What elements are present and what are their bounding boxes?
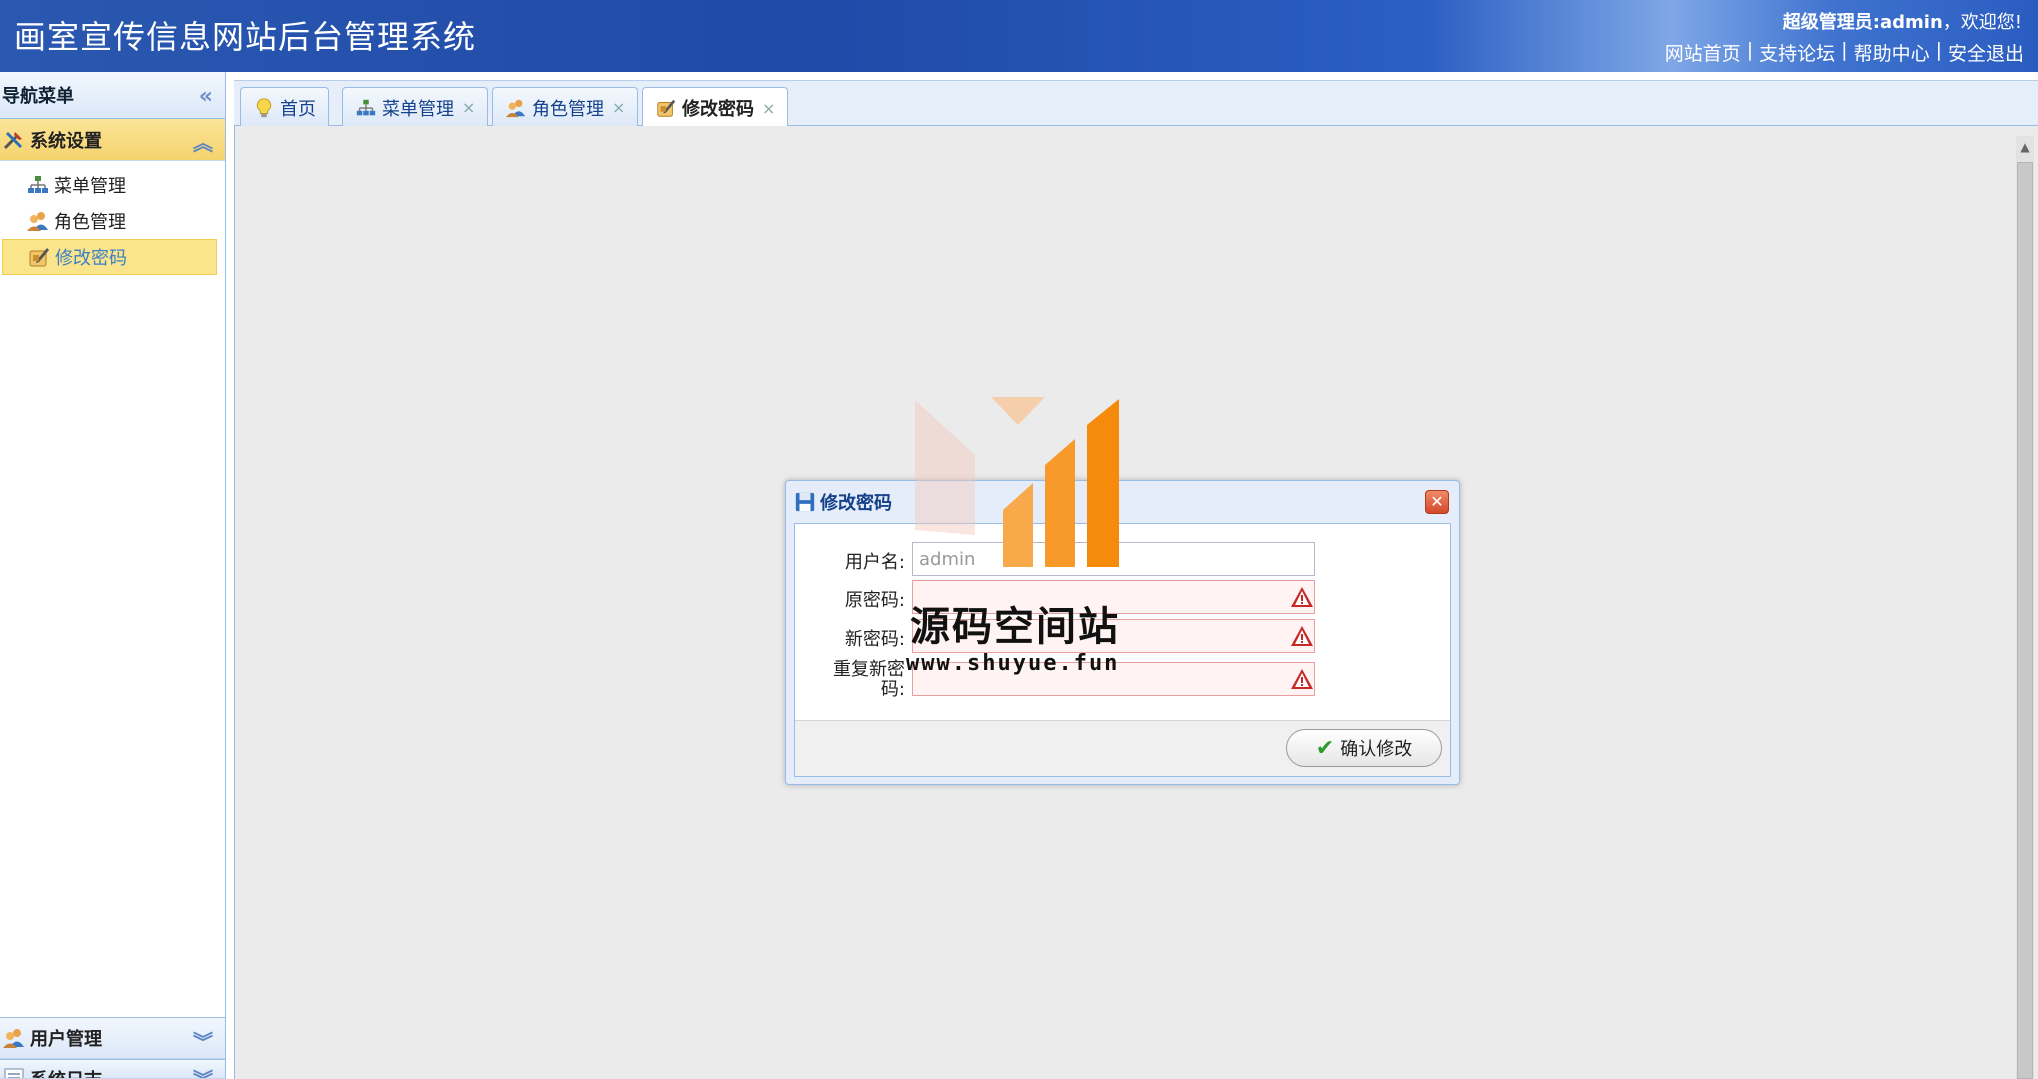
check-icon: ✔ — [1315, 735, 1335, 761]
warning-icon — [1290, 585, 1314, 609]
tab-role-management[interactable]: 角色管理 × — [492, 87, 639, 127]
chevron-down-icon[interactable]: ︾ — [193, 1026, 213, 1055]
sidebar-group-user-management[interactable]: 用户管理 ︾ — [0, 1017, 225, 1059]
sidebar-item-menu-management[interactable]: 菜单管理 — [2, 167, 217, 203]
tools-icon — [2, 128, 26, 152]
users-icon — [26, 209, 50, 233]
close-icon[interactable]: × — [462, 98, 475, 117]
scroll-up-arrow-icon[interactable]: ▲ — [2016, 136, 2034, 158]
warning-icon — [1290, 667, 1314, 691]
tab-change-password[interactable]: 修改密码 × — [642, 87, 789, 128]
sidebar-item-label: 修改密码 — [55, 248, 127, 269]
tab-label: 修改密码 — [682, 99, 754, 120]
edit-password-icon — [655, 97, 677, 119]
sidebar-group-label: 系统设置 — [30, 130, 102, 152]
sidebar-group-label: 系统日志 — [30, 1066, 102, 1078]
watermark-text: 源码空间站 — [910, 604, 1120, 650]
lightbulb-icon — [253, 97, 275, 119]
users-icon — [505, 97, 527, 119]
tab-bar: 首页 菜单管理 × 角色管理 × 修改密码 × — [234, 80, 2038, 128]
welcome-suffix: ，欢迎您! — [1942, 12, 2022, 33]
confirm-change-button[interactable]: ✔ 确认修改 — [1286, 729, 1442, 767]
users-icon — [2, 1026, 26, 1050]
header-links: 网站首页 | 支持论坛 | 帮助中心 | 安全退出 — [1665, 39, 2024, 66]
edit-password-icon — [27, 245, 51, 269]
sidebar-item-label: 菜单管理 — [54, 176, 126, 197]
dialog-title: 修改密码 — [820, 493, 892, 514]
link-separator: | — [1746, 39, 1754, 61]
chevron-up-icon[interactable]: ︽ — [193, 127, 213, 156]
app-title: 画室宣传信息网站后台管理系统 — [14, 18, 477, 56]
link-site-home[interactable]: 网站首页 — [1665, 39, 1741, 66]
username-label: 用户名: — [844, 552, 905, 573]
sidebar-header: 导航菜单 « — [0, 72, 225, 119]
watermark-url: www.shuyue.fun — [906, 651, 1120, 676]
tab-label: 角色管理 — [532, 98, 604, 120]
confirm-button-label: 确认修改 — [1340, 739, 1413, 760]
link-separator: | — [1935, 39, 1942, 61]
save-icon — [794, 491, 816, 513]
sidebar-group-system-settings[interactable]: 系统设置 ︽ — [0, 119, 225, 161]
app-header: 画室宣传信息网站后台管理系统 超级管理员:admin，欢迎您! 网站首页 | 支… — [0, 0, 2038, 72]
sidebar: 导航菜单 « 系统设置 ︽ 菜单管理 角色管理 修改密码 用户管理 ︾ — [0, 72, 226, 1079]
repeat-password-label: 重复新密码: — [833, 659, 905, 700]
sidebar-bottom-groups: 用户管理 ︾ 系统日志 ︾ — [0, 1017, 225, 1079]
vertical-scrollbar[interactable]: ▲ — [2016, 136, 2034, 1079]
menu-list: 菜单管理 角色管理 修改密码 — [0, 161, 225, 275]
sidebar-item-label: 角色管理 — [54, 212, 126, 233]
dialog-footer: ✔ 确认修改 — [795, 720, 1450, 776]
old-password-label: 原密码: — [844, 590, 905, 611]
welcome-text: 超级管理员:admin，欢迎您! — [1783, 8, 2022, 34]
org-chart-icon — [355, 97, 377, 119]
sidebar-group-system-log[interactable]: 系统日志 ︾ — [0, 1059, 225, 1079]
sidebar-title: 导航菜单 — [2, 86, 74, 107]
link-logout[interactable]: 安全退出 — [1948, 39, 2024, 66]
scrollbar-thumb[interactable] — [2017, 162, 2033, 1079]
sidebar-group-label: 用户管理 — [30, 1029, 102, 1050]
sidebar-item-role-management[interactable]: 角色管理 — [2, 203, 217, 239]
tab-label: 菜单管理 — [382, 98, 454, 120]
chevron-down-icon[interactable]: ︾ — [193, 1064, 213, 1078]
close-icon[interactable]: × — [612, 98, 625, 117]
sidebar-item-change-password[interactable]: 修改密码 — [2, 239, 217, 275]
link-help-center[interactable]: 帮助中心 — [1854, 39, 1930, 66]
tab-home[interactable]: 首页 — [240, 87, 329, 127]
close-icon[interactable]: × — [762, 99, 775, 118]
link-separator: | — [1841, 39, 1848, 61]
watermark-logo-icon — [915, 397, 1119, 567]
tab-menu-management[interactable]: 菜单管理 × — [342, 87, 489, 127]
warning-icon — [1290, 624, 1314, 648]
dialog-close-button[interactable]: ✕ — [1425, 490, 1449, 514]
tab-label: 首页 — [280, 98, 316, 120]
log-icon — [2, 1066, 26, 1078]
link-support-forum[interactable]: 支持论坛 — [1759, 39, 1835, 66]
welcome-role: 超级管理员:admin — [1782, 12, 1943, 33]
new-password-label: 新密码: — [844, 629, 905, 650]
collapse-sidebar-icon[interactable]: « — [199, 84, 213, 109]
org-chart-icon — [26, 173, 50, 197]
